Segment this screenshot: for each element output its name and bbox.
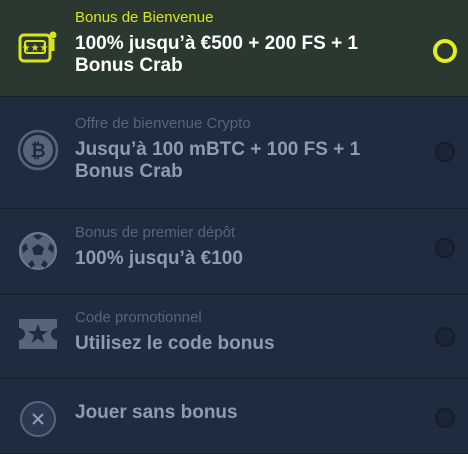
svg-text:★★★: ★★★ bbox=[22, 43, 49, 54]
bonus-option-promo-code[interactable]: Code promotionnel Utilisez le code bonus bbox=[0, 295, 468, 379]
option-title: Jouer sans bonus bbox=[75, 402, 238, 423]
svg-text:₿: ₿ bbox=[30, 140, 45, 162]
bonus-option-welcome[interactable]: ★★★ Bonus de Bienvenue 100% jusqu’à €500… bbox=[0, 0, 468, 97]
option-label: Bonus de Bienvenue bbox=[75, 9, 214, 26]
radio-button[interactable] bbox=[433, 39, 457, 63]
option-label: Code promotionnel bbox=[75, 309, 202, 326]
option-title: Utilisez le code bonus bbox=[75, 333, 275, 354]
bonus-option-first-deposit[interactable]: Bonus de premier dépôt 100% jusqu’à €100 bbox=[0, 209, 468, 295]
star-ticket-icon bbox=[17, 313, 59, 355]
option-title: 100% jusqu’à €500 + 200 FS + 1 Bonus Cra… bbox=[75, 33, 359, 76]
radio-button[interactable] bbox=[435, 408, 455, 428]
option-label: Offre de bienvenue Crypto bbox=[75, 115, 251, 132]
bonus-options-list: ★★★ Bonus de Bienvenue 100% jusqu’à €500… bbox=[0, 0, 468, 454]
radio-button[interactable] bbox=[435, 142, 455, 162]
bonus-option-crypto[interactable]: ₿ Offre de bienvenue Crypto Jusqu’à 100 … bbox=[0, 97, 468, 209]
radio-button[interactable] bbox=[435, 238, 455, 258]
option-title: Jusqu’à 100 mBTC + 100 FS + 1 Bonus Crab bbox=[75, 139, 361, 182]
slot-machine-icon: ★★★ bbox=[17, 27, 59, 69]
option-label: Bonus de premier dépôt bbox=[75, 224, 236, 241]
bonus-option-no-bonus[interactable]: Jouer sans bonus bbox=[0, 379, 468, 454]
soccer-ball-icon bbox=[17, 230, 59, 272]
close-icon bbox=[17, 398, 59, 440]
option-title: 100% jusqu’à €100 bbox=[75, 248, 243, 269]
radio-button[interactable] bbox=[435, 327, 455, 347]
bitcoin-icon: ₿ bbox=[17, 129, 59, 171]
